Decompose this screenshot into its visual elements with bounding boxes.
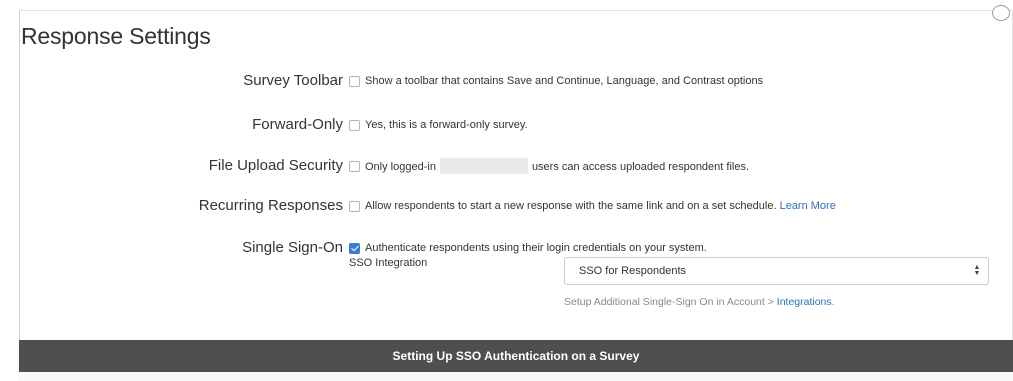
integrations-link[interactable]: Integrations	[777, 296, 832, 308]
response-settings-panel	[19, 5, 1013, 340]
file-upload-security-option-text: Only logged-in users can access uploaded …	[365, 158, 750, 175]
file-upload-security-label: File Upload Security	[208, 157, 343, 174]
caption-bar: Setting Up SSO Authentication on a Surve…	[19, 340, 1013, 372]
recurring-responses-text: Allow respondents to start a new respons…	[365, 200, 777, 212]
single-sign-on-label: Single Sign-On	[242, 239, 343, 256]
forward-only-label: Forward-Only	[252, 116, 343, 133]
bottom-strip	[19, 372, 1013, 381]
forward-only-checkbox[interactable]	[349, 120, 360, 131]
single-sign-on-checkbox[interactable]	[349, 243, 360, 254]
helper-end: .	[831, 296, 835, 308]
learn-more-link[interactable]: Learn More	[780, 200, 836, 212]
sso-integration-label: SSO Integration	[349, 257, 428, 269]
forward-only-option-text: Yes, this is a forward-only survey.	[365, 119, 528, 131]
survey-toolbar-label: Survey Toolbar	[243, 72, 343, 89]
helper-text: Setup Additional Single-Sign On in Accou…	[564, 296, 777, 308]
single-sign-on-option-text: Authenticate respondents using their log…	[365, 242, 707, 254]
recurring-responses-option-text: Allow respondents to start a new respons…	[365, 200, 836, 212]
survey-toolbar-checkbox[interactable]	[349, 76, 360, 87]
file-upload-security-checkbox[interactable]	[349, 161, 360, 172]
select-arrows-icon: ▲ ▼	[973, 264, 981, 277]
survey-toolbar-option-text: Show a toolbar that contains Save and Co…	[365, 75, 764, 87]
file-upload-text-after: users can access uploaded respondent fil…	[531, 160, 750, 173]
help-icon[interactable]	[992, 5, 1010, 21]
sso-selected-value: SSO for Respondents	[579, 265, 687, 277]
sso-helper-text: Setup Additional Single-Sign On in Accou…	[564, 296, 835, 308]
page-title: Response Settings	[21, 23, 211, 49]
file-upload-text-before: Only logged-in	[365, 160, 436, 173]
redacted-block	[439, 158, 528, 174]
recurring-responses-label: Recurring Responses	[198, 197, 343, 214]
sso-integration-select[interactable]: SSO for Respondents ▲ ▼	[564, 257, 989, 285]
recurring-responses-checkbox[interactable]	[349, 201, 360, 212]
